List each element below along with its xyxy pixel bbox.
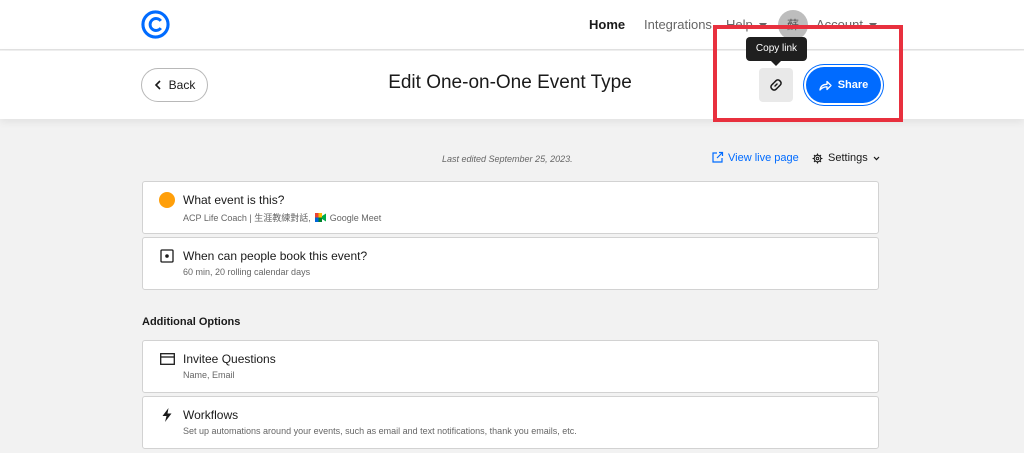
- copy-link-button[interactable]: [759, 68, 793, 102]
- event-color-icon: [159, 192, 175, 208]
- event-details-card[interactable]: What event is this? ACP Life Coach | 生涯教…: [142, 181, 879, 234]
- card-title: What event is this?: [183, 193, 285, 207]
- calendar-dot-icon: [160, 249, 174, 263]
- form-icon: [159, 351, 175, 367]
- link-icon: [770, 79, 782, 91]
- avatar[interactable]: 蘇: [778, 10, 808, 40]
- nav-home[interactable]: Home: [589, 17, 625, 32]
- back-button-label: Back: [168, 78, 196, 92]
- last-edited-text: Last edited September 25, 2023.: [442, 154, 573, 164]
- settings-dropdown[interactable]: Settings: [812, 152, 880, 164]
- settings-label: Settings: [828, 152, 868, 164]
- card-subtitle: ACP Life Coach | 生涯教練對話, Google Meet: [183, 211, 381, 224]
- card-title: When can people book this event?: [183, 249, 368, 263]
- card-subtitle: Name, Email: [183, 370, 235, 380]
- gear-icon: [812, 153, 823, 163]
- nav-account-label: Account: [816, 17, 863, 32]
- orange-dot-icon: [159, 192, 175, 208]
- page-title: Edit One-on-One Event Type: [388, 72, 632, 93]
- booking-window-card[interactable]: When can people book this event? 60 min,…: [142, 237, 879, 290]
- google-meet-icon: [314, 213, 326, 222]
- invitee-questions-card[interactable]: Invitee Questions Name, Email: [142, 340, 879, 393]
- chevron-down-icon: [868, 23, 877, 29]
- card-title: Invitee Questions: [183, 352, 276, 366]
- calendar-icon: [159, 248, 175, 264]
- chevron-down-icon: [758, 23, 767, 29]
- card-subtitle: 60 min, 20 rolling calendar days: [183, 267, 311, 277]
- lightning-bolt-icon: [162, 408, 172, 422]
- nav-help[interactable]: Help: [726, 17, 767, 32]
- calendly-logo-icon[interactable]: [141, 10, 170, 39]
- nav-account[interactable]: Account: [816, 17, 877, 32]
- location-text: Google Meet: [329, 212, 382, 223]
- chevron-left-icon: [154, 80, 161, 90]
- share-button-label: Share: [837, 79, 869, 91]
- additional-options-heading: Additional Options: [142, 316, 241, 328]
- card-subtitle: Set up automations around your events, s…: [183, 426, 577, 436]
- view-live-page-link[interactable]: View live page: [711, 151, 799, 164]
- back-button[interactable]: Back: [141, 68, 208, 102]
- nav-integrations[interactable]: Integrations: [644, 17, 712, 32]
- workflows-card[interactable]: Workflows Set up automations around your…: [142, 396, 879, 449]
- form-icon-svg: [159, 353, 175, 365]
- share-arrow-icon: [819, 80, 832, 91]
- nav-help-label: Help: [726, 17, 753, 32]
- chevron-down-icon: [873, 156, 880, 160]
- card-title: Workflows: [183, 408, 239, 422]
- view-live-page-label: View live page: [728, 151, 799, 164]
- share-button[interactable]: Share: [806, 67, 881, 103]
- top-nav: Home Integrations Help 蘇 Account: [0, 0, 1024, 50]
- copy-link-tooltip: Copy link: [746, 37, 807, 66]
- lightning-icon: [159, 407, 175, 423]
- event-name-text: ACP Life Coach | 生涯教練對話,: [183, 213, 311, 223]
- external-link-icon: [712, 151, 724, 163]
